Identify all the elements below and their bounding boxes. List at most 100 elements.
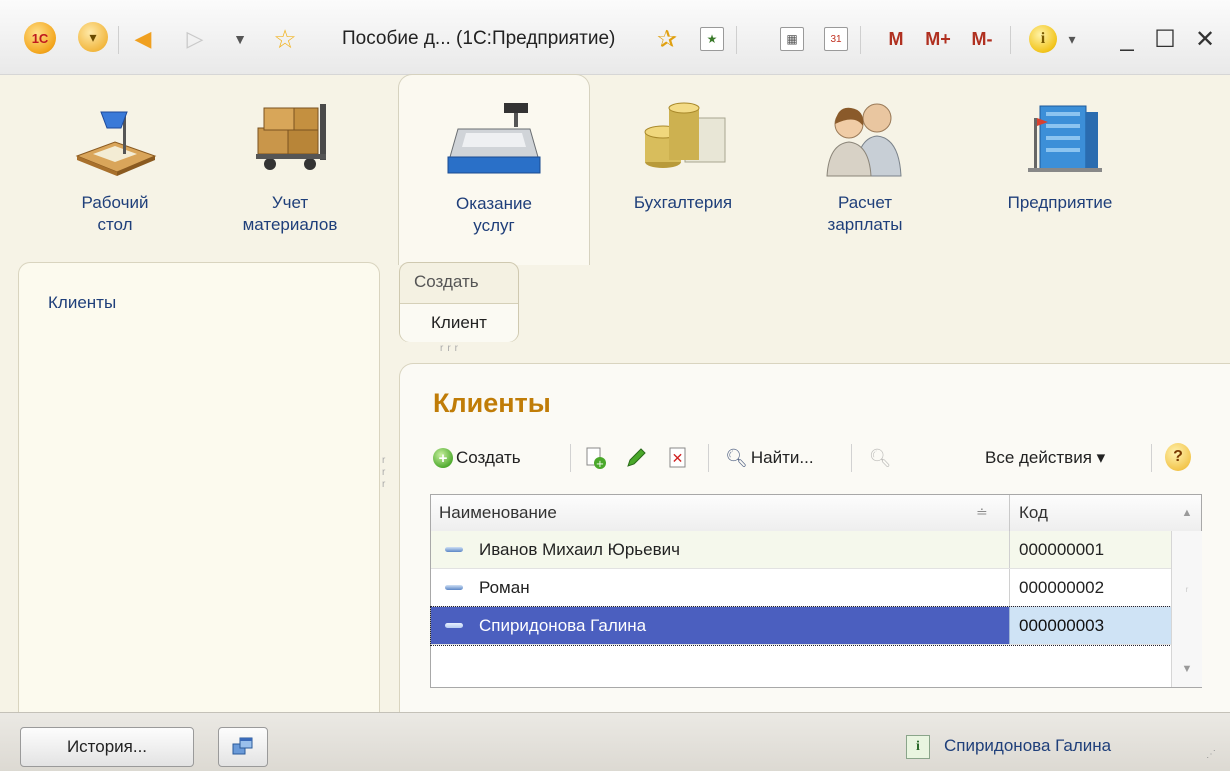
all-actions-label: Все действия ▾ bbox=[985, 448, 1106, 467]
section-desktop[interactable]: Рабочий стол bbox=[30, 74, 200, 260]
main-menu-button[interactable]: ▾ bbox=[78, 22, 108, 52]
cell-name: Иванов Михаил Юрьевич bbox=[479, 540, 680, 559]
star-add-icon: ✰ bbox=[656, 25, 678, 53]
info-dropdown-button[interactable]: ▾ bbox=[1064, 22, 1080, 56]
calculator-icon: ▦ bbox=[780, 27, 804, 51]
star-icon: ☆ bbox=[273, 23, 297, 54]
section-enterprise[interactable]: Предприятие bbox=[975, 74, 1145, 260]
separator bbox=[708, 444, 709, 472]
section-label: Оказание услуг bbox=[456, 194, 532, 235]
info-icon: i bbox=[1029, 25, 1057, 53]
splitter-dots[interactable]: rrr bbox=[440, 343, 462, 354]
edit-button[interactable] bbox=[623, 445, 649, 471]
status-bar: История... i Спиридонова Галина ⋰ bbox=[0, 712, 1230, 771]
memory-subtract-button[interactable]: M- bbox=[964, 22, 1000, 56]
calendar-button[interactable]: 31 bbox=[822, 22, 850, 56]
desk-lamp-icon bbox=[75, 111, 157, 176]
window-title: Пособие д... (1С:Предприятие) bbox=[342, 28, 616, 49]
chevron-down-icon: ▾ bbox=[89, 28, 97, 45]
copy-button[interactable]: + bbox=[583, 445, 609, 471]
close-button[interactable]: ✕ bbox=[1190, 22, 1220, 56]
clients-table: Наименование ≐ Код Иванов Михаил Юрьевич… bbox=[430, 494, 1202, 688]
search-icon: 🔍︎ bbox=[725, 447, 748, 468]
delete-icon: ✕ bbox=[669, 447, 686, 468]
vertical-scrollbar[interactable]: ▲ r ▼ bbox=[1171, 507, 1202, 687]
section-label: Предприятие bbox=[1007, 193, 1113, 212]
memory-store-button[interactable]: M bbox=[884, 22, 908, 56]
create-button[interactable]: + Создать bbox=[433, 440, 521, 476]
app-logo-icon[interactable]: 1С bbox=[24, 22, 56, 54]
cancel-search-button[interactable]: 🔍︎ bbox=[867, 445, 893, 471]
section-label: Учет материалов bbox=[242, 193, 338, 234]
item-icon bbox=[445, 585, 463, 590]
sections-panel: Рабочий стол Учет материалов Оказание ус… bbox=[0, 74, 1230, 265]
nav-item-clients[interactable]: Клиенты bbox=[48, 293, 116, 313]
cell-code: 000000001 bbox=[1009, 531, 1171, 568]
svg-text:✕: ✕ bbox=[672, 451, 684, 467]
forward-button[interactable]: ▷ bbox=[180, 22, 210, 56]
pencil-icon bbox=[627, 448, 646, 467]
clients-form: Клиенты + Создать + ✕ 🔍︎ Найти... 🔍︎ Все… bbox=[399, 363, 1230, 716]
separator bbox=[860, 26, 861, 54]
minimize-button[interactable]: _ bbox=[1112, 22, 1142, 56]
section-materials[interactable]: Учет материалов bbox=[205, 74, 375, 260]
bookmark-icon: ★ bbox=[700, 27, 724, 51]
column-header-code[interactable]: Код bbox=[1019, 495, 1048, 531]
section-salary[interactable]: Расчет зарплаты bbox=[780, 74, 950, 260]
table-row[interactable]: Роман 000000002 bbox=[431, 569, 1171, 607]
arrow-right-icon: ▷ bbox=[186, 26, 204, 51]
separator bbox=[1010, 26, 1011, 54]
find-button[interactable]: 🔍︎ Найти... bbox=[725, 440, 814, 476]
item-icon bbox=[445, 547, 463, 552]
create-button-label: Создать bbox=[456, 448, 521, 467]
favorites-button[interactable]: ☆ bbox=[268, 22, 302, 56]
building-icon bbox=[1028, 105, 1102, 172]
help-button[interactable]: ? bbox=[1165, 443, 1191, 471]
scroll-up-icon[interactable]: ▲ bbox=[1172, 501, 1202, 525]
cell-code: 000000002 bbox=[1009, 569, 1171, 606]
table-row-selected[interactable]: Спиридонова Галина 000000003 bbox=[430, 606, 1172, 646]
column-divider[interactable] bbox=[1009, 495, 1010, 531]
separator bbox=[570, 444, 571, 472]
resize-grip-icon[interactable]: ⋰ bbox=[1206, 749, 1216, 760]
help-icon: ? bbox=[1165, 443, 1191, 471]
chevron-down-icon: ▾ bbox=[1068, 30, 1076, 47]
panel-splitter-handle[interactable]: rrr bbox=[382, 455, 388, 491]
all-actions-button[interactable]: Все действия ▾ bbox=[985, 440, 1105, 476]
maximize-button[interactable]: ☐ bbox=[1150, 22, 1180, 56]
table-header: Наименование ≐ Код bbox=[431, 495, 1201, 532]
form-toolbar: + Создать + ✕ 🔍︎ Найти... 🔍︎ Все действи… bbox=[433, 440, 1230, 476]
back-button[interactable]: ◀ bbox=[128, 22, 158, 56]
separator bbox=[1151, 444, 1152, 472]
sort-icon: ≐ bbox=[976, 504, 988, 520]
create-panel: Создать Клиент bbox=[399, 262, 519, 342]
memory-add-button[interactable]: M+ bbox=[920, 22, 956, 56]
column-header-name[interactable]: Наименование bbox=[439, 495, 557, 531]
separator bbox=[851, 444, 852, 472]
info-button[interactable]: i bbox=[1028, 22, 1058, 56]
create-panel-header: Создать bbox=[414, 272, 479, 291]
section-accounting[interactable]: Бухгалтерия bbox=[598, 74, 768, 260]
section-label: Рабочий стол bbox=[81, 193, 149, 234]
info-icon: i bbox=[906, 735, 930, 759]
cell-name: Роман bbox=[479, 578, 530, 597]
chevron-down-icon: ▼ bbox=[233, 31, 247, 47]
add-to-favorites-button[interactable]: ✰ bbox=[650, 22, 684, 56]
section-services[interactable]: Оказание услуг bbox=[398, 74, 590, 265]
item-icon bbox=[445, 623, 463, 628]
cell-code: 000000003 bbox=[1009, 607, 1171, 644]
delete-button[interactable]: ✕ bbox=[665, 445, 691, 471]
scroll-down-icon[interactable]: ▼ bbox=[1172, 657, 1202, 681]
history-button[interactable]: История... bbox=[20, 727, 194, 767]
history-dropdown-button[interactable]: ▼ bbox=[230, 22, 250, 56]
plus-icon: + bbox=[433, 448, 453, 468]
cash-register-icon bbox=[447, 103, 541, 174]
scroll-thumb[interactable]: r bbox=[1178, 585, 1196, 597]
create-client-item[interactable]: Клиент bbox=[400, 303, 518, 342]
section-label: Расчет зарплаты bbox=[827, 193, 903, 234]
bookmark-button[interactable]: ★ bbox=[698, 22, 726, 56]
calculator-button[interactable]: ▦ bbox=[778, 22, 806, 56]
windows-button[interactable] bbox=[218, 727, 268, 767]
status-current-item[interactable]: Спиридонова Галина bbox=[944, 731, 1111, 761]
table-row[interactable]: Иванов Михаил Юрьевич 000000001 bbox=[431, 531, 1171, 569]
